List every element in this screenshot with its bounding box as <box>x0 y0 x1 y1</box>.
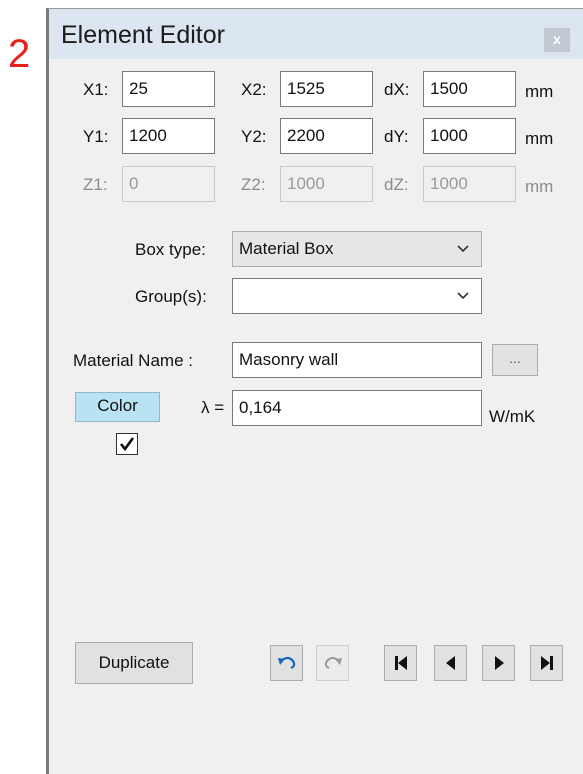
dx-label: dX: <box>384 80 410 99</box>
lambda-unit-label: W/mK <box>489 407 536 426</box>
y1-label: Y1: <box>83 127 109 146</box>
dy-input[interactable] <box>423 118 516 154</box>
color-checkbox[interactable] <box>116 433 138 455</box>
close-button[interactable]: x <box>544 28 570 52</box>
x-unit-label: mm <box>525 82 554 101</box>
last-record-button[interactable] <box>530 645 563 681</box>
y-unit-label: mm <box>525 129 554 148</box>
element-editor-window: Element Editor x X1: X2: dX: mm Y1: Y2: … <box>46 8 583 774</box>
first-record-button[interactable] <box>384 645 417 681</box>
dy-label: dY: <box>384 127 409 146</box>
duplicate-button-label: Duplicate <box>98 653 170 672</box>
x2-label: X2: <box>241 80 267 99</box>
previous-record-button[interactable] <box>434 645 467 681</box>
chevron-down-icon <box>457 245 469 253</box>
browse-material-label: ... <box>509 350 521 366</box>
redo-button <box>316 645 349 681</box>
z-unit-label: mm <box>525 177 554 196</box>
duplicate-button[interactable]: Duplicate <box>75 642 193 684</box>
groups-select[interactable] <box>232 278 482 314</box>
x1-label: X1: <box>83 80 109 99</box>
chevron-down-icon <box>457 292 469 300</box>
next-icon <box>494 656 504 670</box>
y2-input[interactable] <box>280 118 373 154</box>
browse-material-button[interactable]: ... <box>492 344 538 376</box>
close-icon: x <box>553 31 561 47</box>
color-button-label: Color <box>97 396 138 415</box>
z1-input <box>122 166 215 202</box>
y1-input[interactable] <box>122 118 215 154</box>
x1-input[interactable] <box>122 71 215 107</box>
dz-input <box>423 166 516 202</box>
step-number: 2 <box>8 32 31 76</box>
box-type-label: Box type: <box>135 240 206 259</box>
previous-icon <box>445 656 455 670</box>
dz-label: dZ: <box>384 175 409 194</box>
groups-label: Group(s): <box>135 287 207 306</box>
checkmark-icon <box>119 437 135 452</box>
skip-first-icon <box>394 656 407 670</box>
undo-button[interactable] <box>270 645 303 681</box>
dx-input[interactable] <box>423 71 516 107</box>
x2-input[interactable] <box>280 71 373 107</box>
color-button[interactable]: Color <box>75 392 160 422</box>
window-title: Element Editor <box>61 21 225 49</box>
redo-icon <box>324 657 342 669</box>
y2-label: Y2: <box>241 127 267 146</box>
lambda-label: λ = <box>201 398 225 417</box>
material-name-input[interactable] <box>232 342 482 378</box>
box-type-value: Material Box <box>239 239 334 258</box>
z2-label: Z2: <box>241 175 266 194</box>
z1-label: Z1: <box>83 175 108 194</box>
material-name-label: Material Name : <box>73 351 193 370</box>
box-type-select[interactable]: Material Box <box>232 231 482 267</box>
z2-input <box>280 166 373 202</box>
lambda-input[interactable] <box>232 390 482 426</box>
skip-last-icon <box>540 656 553 670</box>
title-bar[interactable]: Element Editor x <box>49 9 583 59</box>
next-record-button[interactable] <box>482 645 515 681</box>
undo-icon <box>277 656 295 670</box>
